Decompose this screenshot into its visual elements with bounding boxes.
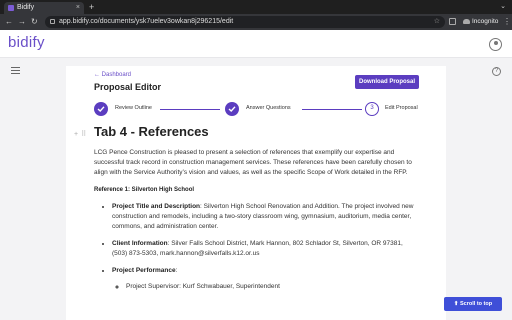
help-icon[interactable]: ? [492, 67, 501, 76]
browser-tab[interactable]: Bidify × [4, 2, 84, 14]
bidify-favicon-icon [8, 5, 14, 11]
menu-toggle-icon[interactable] [11, 67, 20, 74]
app-header: bidify [0, 30, 512, 58]
profile-label[interactable]: Incognito [472, 17, 498, 27]
bookmark-star-icon[interactable]: ☆ [434, 17, 440, 27]
reload-button[interactable]: ↻ [31, 16, 38, 28]
download-proposal-button[interactable]: Download Proposal [355, 75, 419, 89]
item-label: Client Information [112, 240, 168, 247]
step-connector [302, 109, 362, 110]
sub-list-item[interactable]: Project Supervisor: Kurf Schwabauer, Sup… [126, 282, 414, 292]
proposal-editor-card: ← Dashboard Proposal Editor Download Pro… [66, 66, 446, 320]
reference-title[interactable]: Reference 1: Silverton High School [94, 187, 414, 193]
progress-stepper: Review Outline Answer Questions 3 Edit P… [94, 102, 424, 118]
step-3-indicator[interactable]: 3 [365, 102, 379, 116]
step-1-check-icon[interactable] [94, 102, 108, 116]
new-tab-button[interactable]: + [89, 1, 94, 13]
item-label: Project Title and Description [112, 203, 201, 210]
step-2-check-icon[interactable] [225, 102, 239, 116]
page-title: Proposal Editor [94, 82, 162, 92]
forward-button[interactable]: → [18, 16, 26, 28]
scroll-to-top-button[interactable]: ⬆ Scroll to top [444, 297, 502, 311]
list-item[interactable]: Project Title and Description: Silverton… [112, 202, 414, 232]
lock-icon [50, 19, 55, 24]
intro-paragraph[interactable]: LCG Pence Construction is pleased to pre… [94, 148, 414, 178]
step-1-label: Review Outline [115, 105, 152, 111]
user-avatar-icon[interactable] [489, 38, 502, 51]
scroll-to-top-label: Scroll to top [460, 301, 493, 307]
reference-details-list: Project Title and Description: Silverton… [112, 202, 414, 292]
step-3-label: Edit Proposal [385, 105, 418, 111]
section-heading[interactable]: Tab 4 - References [94, 124, 414, 139]
tab-title: Bidify [17, 4, 35, 11]
browser-tab-bar: Bidify × + ⌄ [0, 0, 512, 14]
bidify-logo[interactable]: bidify [8, 34, 45, 51]
browser-menu-icon[interactable]: ⋮ [503, 16, 511, 28]
block-drag-handle-icon[interactable]: +⠿ [74, 130, 89, 138]
back-button[interactable]: ← [5, 16, 13, 28]
item-label: Project Performance [112, 267, 176, 274]
dashboard-breadcrumb-link[interactable]: ← Dashboard [94, 72, 131, 78]
step-connector [160, 109, 220, 110]
url-text[interactable]: app.bidify.co/documents/ysk7uelev3owkan8… [59, 17, 233, 27]
tab-close-icon[interactable]: × [76, 3, 80, 13]
document-body[interactable]: Tab 4 - References LCG Pence Constructio… [94, 124, 414, 299]
performance-sublist: Project Supervisor: Kurf Schwabauer, Sup… [126, 282, 414, 292]
list-item[interactable]: Project Performance: Project Supervisor:… [112, 266, 414, 292]
incognito-icon [463, 19, 470, 24]
list-item[interactable]: Client Information: Silver Falls School … [112, 239, 414, 259]
tab-search-icon[interactable]: ⌄ [500, 2, 506, 10]
address-bar[interactable]: app.bidify.co/documents/ysk7uelev3owkan8… [45, 16, 445, 28]
browser-toolbar: ← → ↻ app.bidify.co/documents/ysk7uelev3… [0, 14, 512, 30]
item-text: : [175, 267, 178, 274]
step-2-label: Answer Questions [246, 105, 291, 111]
side-panel-icon[interactable] [449, 18, 456, 25]
